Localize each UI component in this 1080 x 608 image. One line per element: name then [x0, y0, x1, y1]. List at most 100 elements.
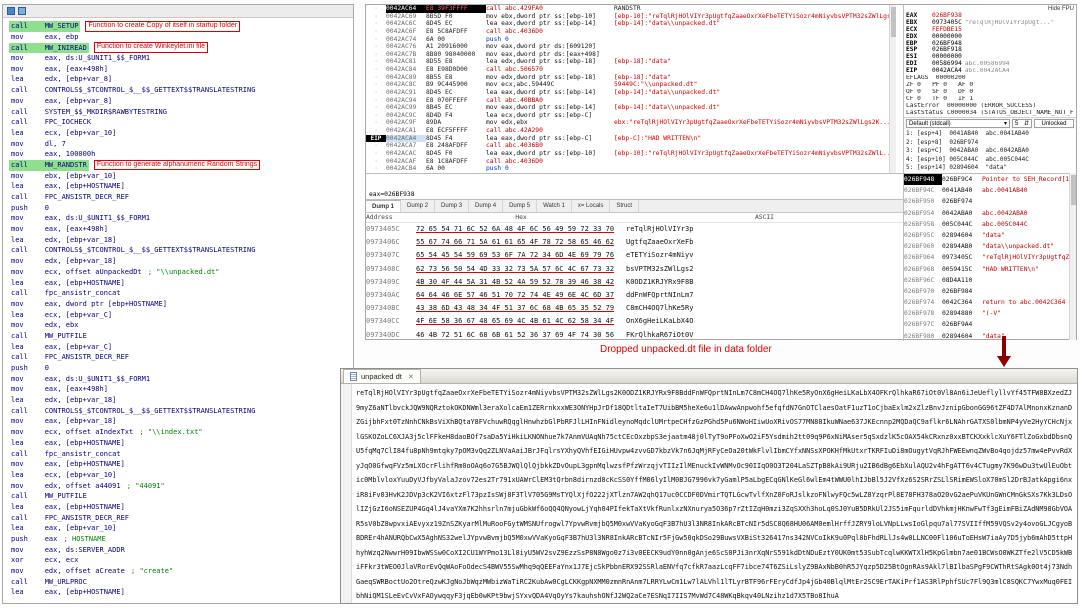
stack-row[interactable]: 026BF98002894604"data"	[904, 331, 1076, 341]
asm-line[interactable]: lea eax, [ebp+HOSTNAME]	[9, 278, 353, 289]
dump-tab[interactable]: Watch 1	[537, 200, 572, 212]
asm-line[interactable]: call FPC_IOCHECK	[9, 117, 353, 128]
asm-line[interactable]: mov eax, ebp	[9, 32, 353, 43]
asm-line[interactable]: lea edx, [ebp+var_8]	[9, 74, 353, 85]
asm-line[interactable]: call CONTROLS$_$TCONTROL_$__$$_GETTEXT$$…	[9, 245, 353, 256]
asm-line[interactable]: call FPC_ANSISTR_DECR_REF	[9, 192, 353, 203]
asm-line[interactable]: mov eax, ds:SERVER_ADDR	[9, 545, 353, 556]
disasm-row[interactable]: ·0042AC9F89DAmov edx,ebxebx:"reTqlRjHOlV…	[366, 119, 896, 127]
asm-line[interactable]: call MW_RANDSTRFunction to generate alph…	[9, 160, 353, 171]
asm-line[interactable]: mov eax, ds:U_$UNIT1_$$_FORM1	[9, 53, 353, 64]
disasm-scrollbar[interactable]	[889, 5, 896, 173]
asm-line[interactable]: mov edx, ebx	[9, 320, 353, 331]
stack-scrollbar[interactable]	[1069, 173, 1076, 340]
disasm-row[interactable]: ·0042AC64E8 39F3FFFFcall abc.429FA0RANDS…	[366, 5, 896, 13]
disasm-row[interactable]: ·0042ACB46A 00push 0	[366, 165, 896, 173]
dump-tab[interactable]: Dump 1	[366, 200, 401, 212]
asm-line[interactable]: call FPC_ANSISTR_DECR_REF	[9, 513, 353, 524]
asm-line[interactable]: mov edx, [ebp+var_18]	[9, 256, 353, 267]
asm-line[interactable]: call SYSTEM_$$_MKDIR$RAWBYTESTRING	[9, 107, 353, 118]
dump-tab[interactable]: Dump 3	[435, 200, 469, 212]
asm-line[interactable]: mov ecx, offset aUnpackedDt ; "\\unpacke…	[9, 267, 353, 278]
asm-line[interactable]: mov edx, offset a44091 ; "44091"	[9, 481, 353, 492]
asm-line[interactable]: push 0	[9, 203, 353, 214]
tab-unpacked-dt[interactable]: unpacked dt ✕	[343, 369, 421, 383]
call-argument-row[interactable]: 2: [esp+8] 026BF974	[906, 139, 1074, 148]
asm-line[interactable]: lea edx, [ebp+var_18]	[9, 235, 353, 246]
asm-line[interactable]: call FPC_ANSISTR_DECR_REF	[9, 352, 353, 363]
dump-row[interactable]: 0973408C62 73 56 50 54 4D 33 32 73 5A 57…	[366, 263, 903, 276]
asm-line[interactable]: lea eax, [ebp+HOSTNAME]	[9, 587, 353, 598]
asm-line[interactable]: mov eax, [ebp+var_8]	[9, 96, 353, 107]
stack-row[interactable]: 026BF950026BF974	[904, 196, 1076, 207]
call-argument-row[interactable]: 3: [esp+C] 0042ABA0 abc.0042ABA0	[906, 147, 1074, 156]
disasm-row[interactable]: ·0042AC94E8 070FFEFFcall abc.40BBA0	[366, 97, 896, 105]
dump-row[interactable]: 0973405C72 65 54 71 6C 52 6A 48 4F 6C 56…	[366, 223, 903, 236]
disasm-row[interactable]: ·0042AC8CB9 9C445900mov ecx,abc.59449C59…	[366, 81, 896, 89]
asm-line[interactable]: mov eax, [ebp+HOSTNAME]	[9, 459, 353, 470]
file-content-text[interactable]: reTqlRjHOlVIYr3pUgtfqZaaeOxrXeFbeTETYiSo…	[352, 384, 1077, 603]
disasm-row[interactable]: EIP0042ACA48D45 F4lea eax,dword ptr ss:[…	[366, 135, 896, 143]
dump-tab[interactable]: x= Locals	[572, 200, 611, 212]
disasm-row[interactable]: ·0042ACAC8D45 F0lea eax,dword ptr ss:[eb…	[366, 150, 896, 158]
asm-line[interactable]: call CONTROLS$_$TCONTROL_$__$$_GETTEXT$$…	[9, 406, 353, 417]
asm-line[interactable]: call MW_PUTFILE	[9, 491, 353, 502]
asm-line[interactable]: lea eax, [ebp+var_C]	[9, 342, 353, 353]
stack-row[interactable]: 026BF970026BF984	[904, 286, 1076, 297]
disasm-row[interactable]: ·0042AC698B5D F0mov ebx,dword ptr ss:[eb…	[366, 13, 896, 21]
arg-count-spinner[interactable]: 5 ⇵	[1012, 119, 1032, 128]
asm-line[interactable]: lea eax, [ebp+var_10]	[9, 523, 353, 534]
dump-row[interactable]: 0973406C55 67 74 66 71 5A 61 61 65 4F 78…	[366, 236, 903, 249]
asm-line[interactable]: mov ecx, offset aIndexTxt ; "\\index.txt…	[9, 427, 353, 438]
dump-tab[interactable]: Struct	[610, 200, 639, 212]
stack-row[interactable]: 026BF9540042ABA0abc.0042ABA0	[904, 208, 1076, 219]
dump-tab[interactable]: Dump 4	[469, 200, 503, 212]
dump-row[interactable]: 097340BC43 38 6D 43 48 34 4F 51 37 6C 68…	[366, 302, 903, 315]
asm-line[interactable]: mov edx, offset aCreate ; "create"	[9, 566, 353, 577]
disasm-row[interactable]: ·0042AC918D45 EClea eax,dword ptr ss:[eb…	[366, 89, 896, 97]
scrollbar-thumb[interactable]	[1071, 175, 1076, 205]
disasm-row[interactable]: ·0042AC6FE8 5C8AFDFFcall abc.4036D0	[366, 28, 896, 36]
asm-line[interactable]: lea ecx, [ebp+var_10]	[9, 470, 353, 481]
asm-line[interactable]: mov ebx, [ebp+var_10]	[9, 171, 353, 182]
disasm-row[interactable]: ·0042AC898B55 E8mov edx,dword ptr ss:[eb…	[366, 74, 896, 82]
close-icon[interactable]: ✕	[408, 373, 414, 381]
asm-line[interactable]: mov eax, [eax+498h]	[9, 224, 353, 235]
asm-line[interactable]: lea eax, [ebp+HOSTNAME]	[9, 502, 353, 513]
stack-row[interactable]: 026BF9740042C364return to abc.0042C364 f…	[904, 297, 1076, 308]
asm-line[interactable]: lea ecx, [ebp+var_C]	[9, 310, 353, 321]
asm-line[interactable]: mov dl, 7	[9, 139, 353, 150]
dump-tab[interactable]: Dump 5	[503, 200, 537, 212]
dump-row[interactable]: 0973407C65 54 45 54 59 69 53 6F 7A 72 34…	[366, 249, 903, 262]
asm-line[interactable]: push 0	[9, 363, 353, 374]
asm-line[interactable]: lea ecx, [ebp+var_10]	[9, 128, 353, 139]
stack-row[interactable]: 026BF94C0041AB40abc.0041AB40	[904, 185, 1076, 196]
asm-line[interactable]: call MW_PUTFILE	[9, 331, 353, 342]
asm-line[interactable]: mov eax, [eax+498h]	[9, 64, 353, 75]
asm-line[interactable]: mov eax, ds:U_$UNIT1_$$_FORM1	[9, 374, 353, 385]
stack-row[interactable]: 026BF958005C044Cabc.005C044C	[904, 219, 1076, 230]
dump-row[interactable]: 097340DC46 4B 72 51 6C 68 6B 61 52 36 37…	[366, 329, 903, 342]
asm-line[interactable]: mov eax, [eax+498h]	[9, 384, 353, 395]
asm-line[interactable]: lea eax, [ebp+HOSTNAME]	[9, 181, 353, 192]
disasm-row[interactable]: ·0042AC818D55 E8lea edx,dword ptr ss:[eb…	[366, 58, 896, 66]
asm-line[interactable]: mov eax, 100000h	[9, 149, 353, 160]
disasm-row[interactable]: ·0042AC746A 00push 0	[366, 36, 896, 44]
asm-line[interactable]: push eax ; HOSTNAME	[9, 534, 353, 545]
stack-row[interactable]: 026BF96002894AB0"data\\unpacked.dt"	[904, 241, 1076, 252]
stack-row[interactable]: 026BF95C02894604"data"	[904, 230, 1076, 241]
disasm-row[interactable]: ·0042ACA1E8 ECF5FFFFcall abc.42A290	[366, 127, 896, 135]
asm-line[interactable]: call fpc_ansistr_concat	[9, 449, 353, 460]
dump-row[interactable]: 097340AC64 64 46 6E 57 46 51 70 72 74 4E…	[366, 289, 903, 302]
disasm-row[interactable]: ·0042AC7B8B80 98040000mov eax,dword ptr …	[366, 51, 896, 59]
asm-line[interactable]: call MW_URLPROC	[9, 577, 353, 588]
stack-row[interactable]: 026BF96C08D4A110	[904, 275, 1076, 286]
register-row[interactable]: EIP0042ACA4abc.0042ACA4	[906, 68, 1074, 75]
dump-tab[interactable]: Dump 2	[401, 200, 435, 212]
disasm-row[interactable]: ·0042AC998B45 ECmov eax,dword ptr ss:[eb…	[366, 104, 896, 112]
asm-line[interactable]: call MW_SETUPFunction to create Copy of …	[9, 21, 353, 32]
disasm-row[interactable]: ·0042AC9C8D4D F4lea ecx,dword ptr ss:[eb…	[366, 112, 896, 120]
asm-line[interactable]: xor ecx, ecx	[9, 555, 353, 566]
lock-toggle-button[interactable]: Unlocked	[1034, 119, 1074, 128]
disasm-row[interactable]: ·0042ACAFE8 1C8AFDFFcall abc.4036D0	[366, 158, 896, 166]
